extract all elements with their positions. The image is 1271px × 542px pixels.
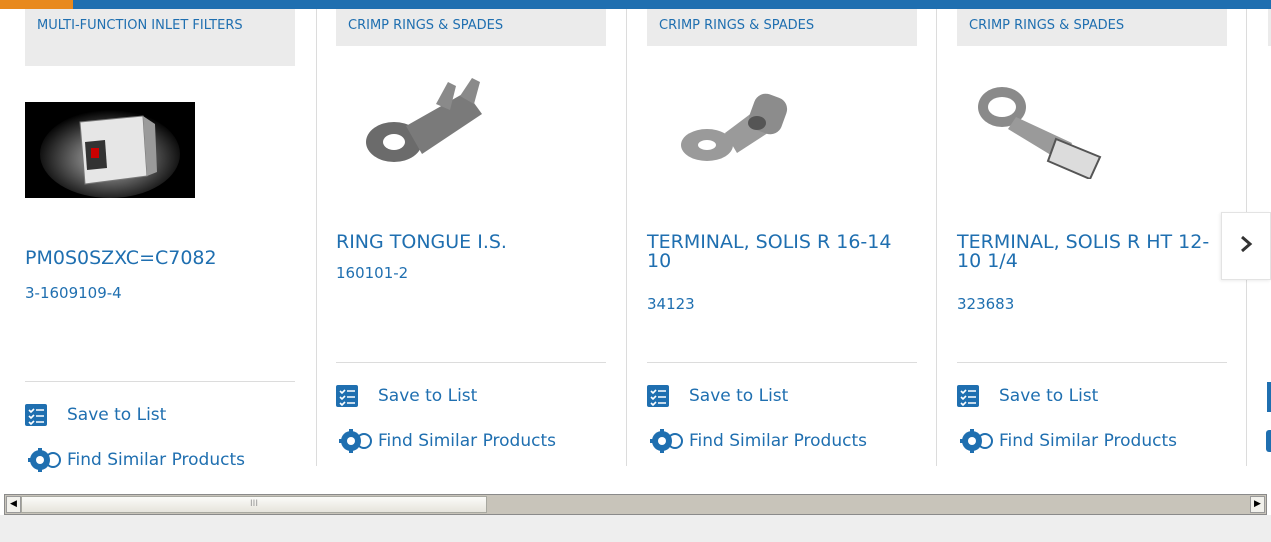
product-part-number[interactable]: 160101-2 [336, 264, 408, 282]
product-card: CRIMP RINGS & SPADES RING TONGUE I.S. 16… [336, 9, 607, 466]
checklist-icon [957, 385, 979, 407]
product-card: CRIMP RINGS & SPADES TERMINAL, SOLIS R H… [957, 9, 1228, 466]
product-image[interactable] [677, 87, 807, 177]
card-divider [316, 9, 317, 466]
product-category[interactable]: CRIMP RINGS & SPADES [647, 9, 917, 46]
save-to-list-label: Save to List [999, 386, 1099, 406]
card-separator [647, 362, 917, 363]
product-category[interactable]: CRIMP RINGS & SPADES [336, 9, 606, 46]
product-part-number[interactable]: 323683 [957, 295, 1014, 313]
footer-area [0, 515, 1271, 542]
product-card: CRIMP RINGS & SPADES TERMINAL, SOLIS R 1… [647, 9, 918, 466]
find-similar-button[interactable]: Find Similar Products [957, 428, 1177, 454]
horizontal-scrollbar[interactable]: ◀ III ▶ [4, 494, 1267, 515]
find-similar-button[interactable]: Find Similar Products [25, 447, 245, 473]
save-to-list-button[interactable]: Save to List [336, 385, 477, 407]
card-divider [936, 9, 937, 466]
save-to-list-button[interactable]: Save to List [25, 404, 166, 426]
checklist-icon [336, 385, 358, 407]
product-category[interactable]: CRIMP RINGS & SPADES [957, 9, 1227, 46]
product-part-number[interactable]: 34123 [647, 295, 695, 313]
product-image[interactable] [356, 74, 506, 184]
top-accent-orange [0, 0, 73, 9]
chevron-right-icon [1239, 232, 1253, 260]
arrow-right-icon: ▶ [1254, 499, 1261, 509]
find-similar-label: Find Similar Products [67, 450, 245, 470]
next-card-checklist-icon-partial [1267, 382, 1271, 412]
card-separator [25, 381, 295, 382]
carousel-next-button[interactable] [1221, 212, 1271, 280]
scrollbar-thumb[interactable]: III [21, 496, 487, 513]
next-card-gears-icon-partial [1266, 430, 1271, 452]
find-similar-button[interactable]: Find Similar Products [647, 428, 867, 454]
product-image[interactable] [25, 102, 195, 198]
card-separator [957, 362, 1227, 363]
save-to-list-label: Save to List [67, 405, 167, 425]
scroll-left-button[interactable]: ◀ [6, 496, 21, 513]
save-to-list-button[interactable]: Save to List [957, 385, 1098, 407]
card-separator [336, 362, 606, 363]
card-divider [626, 9, 627, 466]
checklist-icon [647, 385, 669, 407]
product-card: MULTI-FUNCTION INLET FILTERS PM0S0SZXC=C… [25, 9, 296, 472]
top-accent-bar [0, 0, 1271, 9]
product-title[interactable]: TERMINAL, SOLIS R HT 12-10 1/4 [957, 233, 1227, 271]
gears-icon [336, 428, 374, 454]
gears-icon [957, 428, 995, 454]
save-to-list-label: Save to List [689, 386, 789, 406]
product-title[interactable]: TERMINAL, SOLIS R 16-14 10 [647, 233, 917, 271]
grip-icon: III [250, 499, 258, 509]
find-similar-label: Find Similar Products [689, 431, 867, 451]
find-similar-label: Find Similar Products [999, 431, 1177, 451]
product-category[interactable]: MULTI-FUNCTION INLET FILTERS [25, 9, 295, 66]
save-to-list-button[interactable]: Save to List [647, 385, 788, 407]
find-similar-button[interactable]: Find Similar Products [336, 428, 556, 454]
find-similar-label: Find Similar Products [378, 431, 556, 451]
save-to-list-label: Save to List [378, 386, 478, 406]
product-title[interactable]: PM0S0SZXC=C7082 [25, 249, 295, 268]
product-image[interactable] [972, 79, 1112, 181]
scroll-right-button[interactable]: ▶ [1250, 496, 1265, 513]
product-title[interactable]: RING TONGUE I.S. [336, 233, 606, 252]
gears-icon [25, 447, 63, 473]
product-part-number[interactable]: 3-1609109-4 [25, 284, 122, 302]
arrow-left-icon: ◀ [10, 499, 17, 509]
checklist-icon [25, 404, 47, 426]
gears-icon [647, 428, 685, 454]
